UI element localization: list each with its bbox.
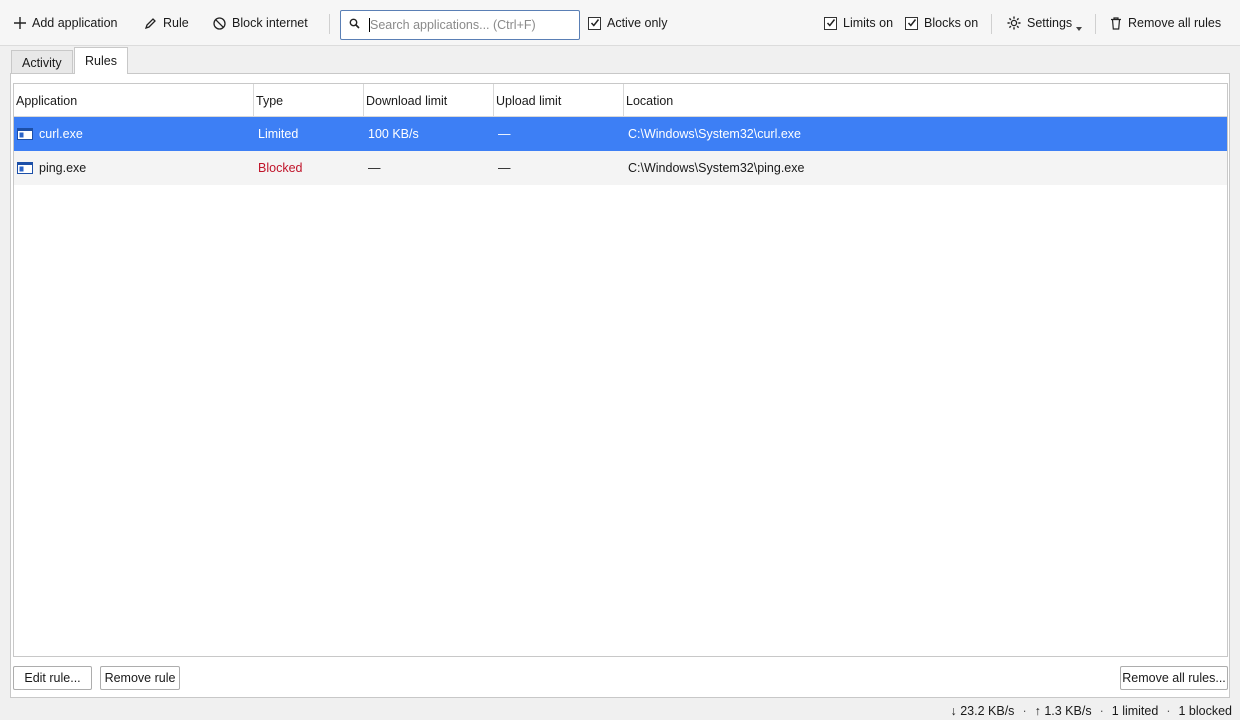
location-path: C:\Windows\System32\ping.exe bbox=[628, 161, 805, 175]
rules-table: Application Type Download limit Upload l… bbox=[13, 83, 1228, 657]
tab-rules-label: Rules bbox=[85, 54, 117, 68]
remove-all-rules-toolbar-button[interactable]: Remove all rules bbox=[1110, 12, 1221, 34]
pencil-icon bbox=[145, 17, 157, 29]
checkmark-icon bbox=[905, 16, 918, 30]
status-separator: · bbox=[1022, 704, 1027, 718]
application-icon bbox=[17, 162, 33, 174]
remove-all-rules-label: Remove all rules bbox=[1128, 16, 1222, 30]
remove-rule-button[interactable]: Remove rule bbox=[100, 666, 180, 690]
search-placeholder: Search applications... (Ctrl+F) bbox=[370, 18, 536, 32]
rule-type: Blocked bbox=[258, 161, 303, 175]
status-separator: · bbox=[1166, 704, 1171, 718]
table-row[interactable]: curl.exe Limited 100 KB/s — C:\Windows\S… bbox=[14, 117, 1227, 151]
blocked-count: 1 blocked bbox=[1178, 704, 1232, 718]
block-internet-button[interactable]: Block internet bbox=[213, 12, 308, 34]
tab-rules[interactable]: Rules bbox=[74, 47, 128, 74]
upload-limit-value: — bbox=[498, 161, 511, 175]
download-rate: ↓ 23.2 KB/s bbox=[950, 704, 1015, 718]
column-header-upload-limit[interactable]: Upload limit bbox=[494, 84, 624, 117]
rules-panel: Application Type Download limit Upload l… bbox=[10, 73, 1230, 698]
rule-label: Rule bbox=[163, 16, 189, 30]
toolbar-divider bbox=[329, 14, 330, 34]
cell-type: Limited bbox=[258, 117, 298, 151]
remove-all-rules-button-label: Remove all rules... bbox=[1122, 671, 1226, 685]
blocks-on-checkbox[interactable]: Blocks on bbox=[905, 16, 978, 30]
active-only-label: Active only bbox=[607, 16, 668, 30]
rule-type: Limited bbox=[258, 127, 299, 141]
edit-rule-label: Edit rule... bbox=[24, 671, 81, 685]
cell-download-limit: 100 KB/s bbox=[368, 117, 419, 151]
limits-on-label: Limits on bbox=[843, 16, 894, 30]
block-internet-label: Block internet bbox=[232, 16, 308, 30]
gear-icon bbox=[1007, 16, 1021, 30]
cell-application: curl.exe bbox=[17, 117, 83, 151]
blocks-on-label: Blocks on bbox=[924, 16, 979, 30]
download-limit-value: — bbox=[368, 161, 381, 175]
column-header-label: Upload limit bbox=[496, 93, 562, 108]
cell-location: C:\Windows\System32\ping.exe bbox=[628, 151, 804, 185]
column-header-application[interactable]: Application bbox=[14, 84, 254, 117]
trash-icon bbox=[1110, 16, 1122, 30]
block-icon bbox=[213, 16, 226, 30]
chevron-down-icon bbox=[1076, 27, 1083, 31]
upload-limit-value: — bbox=[498, 127, 511, 141]
cell-location: C:\Windows\System32\curl.exe bbox=[628, 117, 801, 151]
table-header: Application Type Download limit Upload l… bbox=[14, 84, 1227, 117]
cell-upload-limit: — bbox=[498, 151, 511, 185]
cell-upload-limit: — bbox=[498, 117, 511, 151]
rule-button[interactable]: Rule bbox=[145, 12, 189, 34]
application-name: curl.exe bbox=[39, 127, 83, 141]
add-application-button[interactable]: Add application bbox=[14, 12, 117, 34]
toolbar-divider bbox=[991, 14, 992, 34]
settings-dropdown[interactable]: Settings bbox=[1007, 12, 1083, 34]
tab-activity[interactable]: Activity bbox=[11, 50, 73, 74]
edit-rule-button[interactable]: Edit rule... bbox=[13, 666, 92, 690]
checkmark-icon bbox=[588, 16, 601, 30]
column-header-label: Download limit bbox=[366, 93, 448, 108]
column-header-label: Type bbox=[256, 93, 284, 108]
plus-icon bbox=[14, 17, 26, 29]
toolbar: Add application Rule Block internet Sear… bbox=[0, 0, 1240, 46]
tab-activity-label: Activity bbox=[22, 55, 62, 70]
download-limit-value: 100 KB/s bbox=[368, 127, 419, 141]
cell-download-limit: — bbox=[368, 151, 381, 185]
cell-type: Blocked bbox=[258, 151, 302, 185]
limited-count: 1 limited bbox=[1111, 704, 1159, 718]
toolbar-divider bbox=[1095, 14, 1096, 34]
column-header-location[interactable]: Location bbox=[624, 84, 1229, 117]
column-header-download-limit[interactable]: Download limit bbox=[364, 84, 494, 117]
table-row[interactable]: ping.exe Blocked — — C:\Windows\System32… bbox=[14, 151, 1227, 185]
limits-on-checkbox[interactable]: Limits on bbox=[824, 16, 893, 30]
remove-all-rules-button[interactable]: Remove all rules... bbox=[1120, 666, 1228, 690]
column-header-label: Location bbox=[626, 93, 674, 108]
application-name: ping.exe bbox=[39, 161, 87, 175]
column-header-type[interactable]: Type bbox=[254, 84, 364, 117]
settings-label: Settings bbox=[1027, 16, 1073, 30]
add-application-label: Add application bbox=[32, 16, 118, 30]
active-only-checkbox[interactable]: Active only bbox=[588, 16, 667, 30]
column-header-label: Application bbox=[16, 93, 78, 108]
cell-application: ping.exe bbox=[17, 151, 86, 185]
application-icon bbox=[17, 128, 33, 140]
location-path: C:\Windows\System32\curl.exe bbox=[628, 127, 801, 141]
checkmark-icon bbox=[824, 16, 837, 30]
status-separator: · bbox=[1099, 704, 1104, 718]
search-input[interactable]: Search applications... (Ctrl+F) bbox=[340, 10, 580, 40]
search-icon bbox=[349, 18, 360, 32]
remove-rule-label: Remove rule bbox=[104, 671, 176, 685]
upload-rate: ↑ 1.3 KB/s bbox=[1034, 704, 1092, 718]
status-bar: ↓ 23.2 KB/s · ↑ 1.3 KB/s · 1 limited · 1… bbox=[951, 702, 1233, 720]
